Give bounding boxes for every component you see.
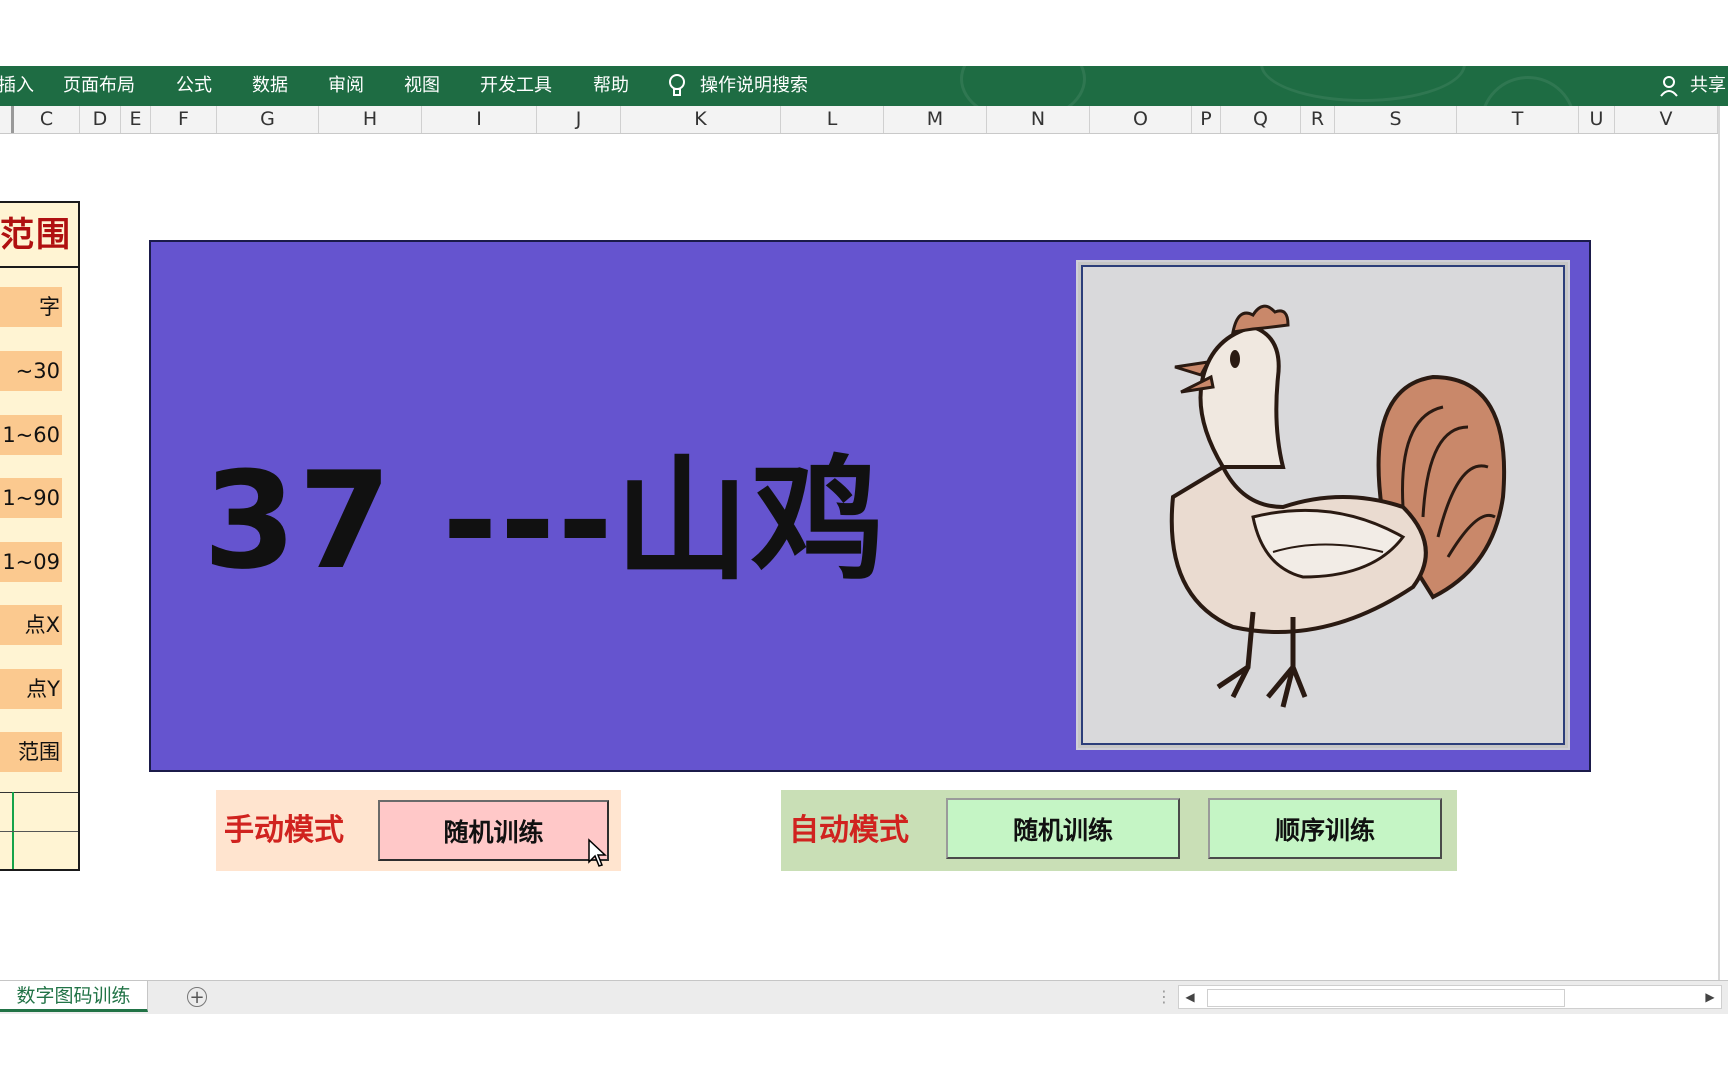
- user-icon: [1658, 66, 1680, 106]
- tell-me-search[interactable]: 操作说明搜索: [700, 66, 808, 106]
- menu-data[interactable]: 数据: [252, 66, 288, 106]
- range-option[interactable]: 字: [0, 287, 62, 327]
- range-option[interactable]: 1~09: [0, 542, 62, 582]
- column-header[interactable]: J: [537, 106, 621, 133]
- rooster-image: [1081, 265, 1565, 745]
- column-header[interactable]: M: [884, 106, 987, 133]
- scrollbar-thumb[interactable]: [1207, 989, 1565, 1007]
- range-option[interactable]: 范围: [0, 732, 62, 772]
- column-header[interactable]: I: [422, 106, 537, 133]
- number-image-code-text: 37 ---山鸡: [203, 443, 887, 599]
- range-option[interactable]: 1~90: [0, 478, 62, 518]
- auto-random-train-button[interactable]: 随机训练: [946, 798, 1180, 859]
- tab-split-handle[interactable]: ⋮: [1156, 987, 1172, 1006]
- menu-developer[interactable]: 开发工具: [480, 66, 552, 106]
- display-banner: 37 ---山鸡: [149, 240, 1591, 772]
- column-header[interactable]: K: [621, 106, 781, 133]
- column-header[interactable]: F: [151, 106, 217, 133]
- mouse-cursor-icon: [587, 838, 607, 872]
- auto-mode-group: 自动模式 随机训练 顺序训练: [781, 790, 1457, 871]
- column-header-b[interactable]: [0, 106, 14, 133]
- column-header[interactable]: V: [1615, 106, 1718, 133]
- add-sheet-button[interactable]: +: [187, 987, 207, 1007]
- column-header[interactable]: D: [80, 106, 121, 133]
- range-option[interactable]: 1~60: [0, 415, 62, 455]
- ribbon-menu-bar: 插入 页面布局 公式 数据 审阅 视图 开发工具 帮助 操作说明搜索 共享: [0, 66, 1728, 106]
- range-option[interactable]: 点Y: [0, 669, 62, 709]
- menu-formulas[interactable]: 公式: [176, 66, 212, 106]
- manual-mode-label: 手动模式: [224, 813, 344, 848]
- auto-mode-label: 自动模式: [789, 813, 909, 848]
- auto-sequential-train-button[interactable]: 顺序训练: [1208, 798, 1442, 859]
- column-header[interactable]: P: [1192, 106, 1221, 133]
- cell-border: [0, 831, 78, 832]
- share-button[interactable]: 共享: [1690, 66, 1726, 106]
- column-header[interactable]: S: [1335, 106, 1457, 133]
- range-panel-title: 范围: [0, 203, 78, 268]
- range-option[interactable]: ~30: [0, 351, 62, 391]
- column-header[interactable]: O: [1090, 106, 1192, 133]
- vertical-scrollbar[interactable]: [1718, 106, 1720, 980]
- scroll-right-icon[interactable]: ▶: [1699, 986, 1721, 1008]
- menu-insert[interactable]: 插入: [0, 66, 34, 106]
- menu-view[interactable]: 视图: [404, 66, 440, 106]
- sheet-tab-active[interactable]: 数字图码训练: [0, 981, 148, 1012]
- column-header[interactable]: Q: [1221, 106, 1301, 133]
- range-panel: 范围 字 ~30 1~60 1~90 1~09 点X 点Y 范围: [0, 201, 80, 871]
- range-option[interactable]: 点X: [0, 605, 62, 645]
- menu-page-layout[interactable]: 页面布局: [63, 66, 135, 106]
- column-header[interactable]: N: [987, 106, 1090, 133]
- column-header[interactable]: H: [319, 106, 422, 133]
- manual-mode-group: 手动模式 随机训练: [216, 790, 621, 871]
- rooster-image-frame: [1076, 260, 1570, 750]
- manual-random-train-button[interactable]: 随机训练: [378, 800, 609, 861]
- lightbulb-icon: [666, 66, 688, 106]
- column-header[interactable]: E: [121, 106, 151, 133]
- column-header-row: C D E F G H I J K L M N O P Q R S T U V: [0, 106, 1718, 134]
- horizontal-scrollbar[interactable]: ◀ ▶: [1178, 985, 1722, 1009]
- scroll-left-icon[interactable]: ◀: [1179, 986, 1201, 1008]
- column-header[interactable]: T: [1457, 106, 1579, 133]
- column-header[interactable]: R: [1301, 106, 1335, 133]
- column-header[interactable]: C: [14, 106, 80, 133]
- column-header[interactable]: G: [217, 106, 319, 133]
- sheet-tab-bar: 数字图码训练 + ⋮ ◀ ▶: [0, 980, 1728, 1014]
- column-header[interactable]: L: [781, 106, 884, 133]
- menu-review[interactable]: 审阅: [328, 66, 364, 106]
- menu-help[interactable]: 帮助: [593, 66, 629, 106]
- column-header[interactable]: U: [1579, 106, 1615, 133]
